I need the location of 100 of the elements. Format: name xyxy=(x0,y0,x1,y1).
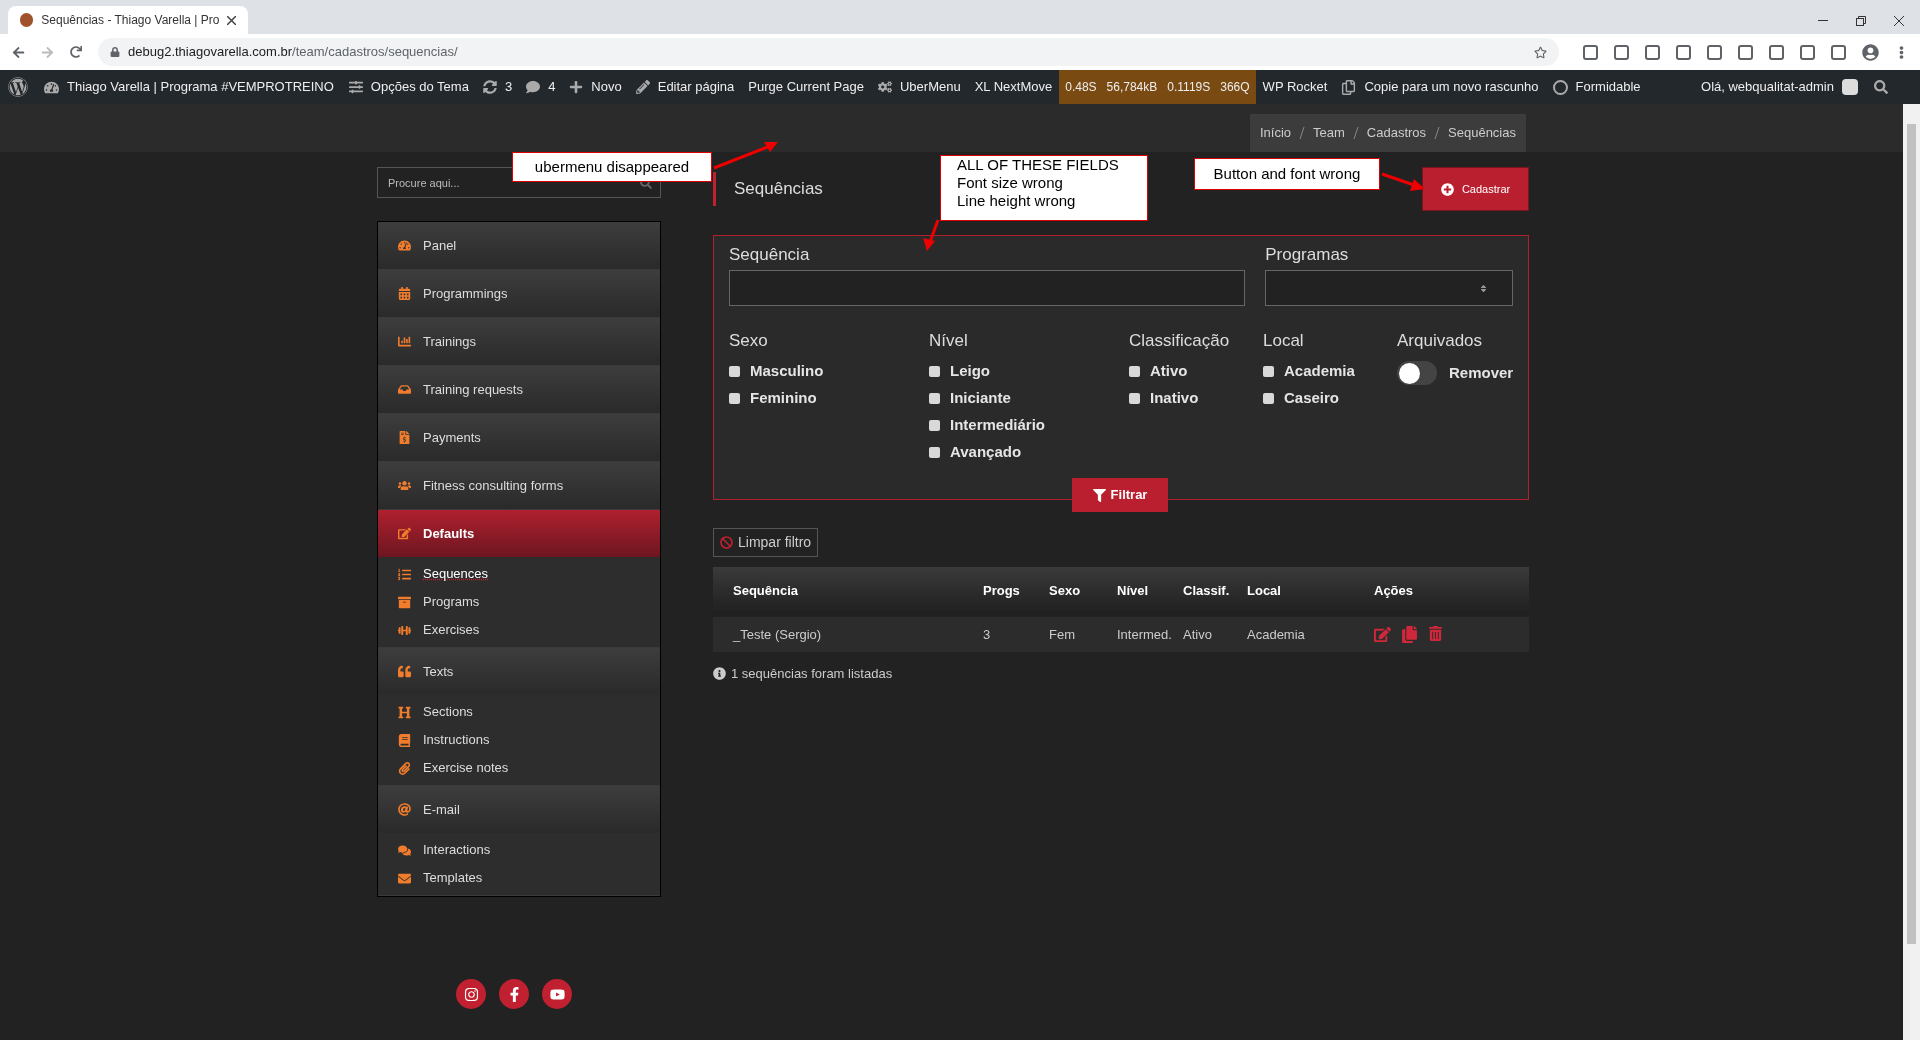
bar-chart-icon xyxy=(398,335,411,348)
submenu-item[interactable]: Programs xyxy=(378,588,660,616)
toggle-label: Remover xyxy=(1449,362,1514,383)
option-label: Avançado xyxy=(950,442,1022,463)
copy-icon xyxy=(1341,79,1357,95)
checkbox[interactable] xyxy=(929,447,940,458)
account-link[interactable]: Olá, webqualitat-admin xyxy=(1701,77,1834,97)
column-header: Classif. xyxy=(1183,582,1231,601)
checkbox[interactable] xyxy=(1129,393,1140,404)
extension-icon[interactable] xyxy=(1645,44,1660,60)
toolbar-link[interactable]: Opções do Tema xyxy=(370,77,469,97)
paperclip-icon xyxy=(398,761,411,775)
toolbar-link[interactable]: 3 xyxy=(504,77,513,97)
checkbox[interactable] xyxy=(929,393,940,404)
checkbox[interactable] xyxy=(1129,366,1140,377)
restore-icon[interactable] xyxy=(1856,16,1866,26)
extension-icon[interactable] xyxy=(1707,44,1722,60)
metric-text[interactable]: 0.1119S xyxy=(1167,78,1211,96)
submenu-item[interactable]: Exercise notes xyxy=(378,754,660,782)
metric-text[interactable]: 56,784kB xyxy=(1106,78,1158,96)
gauge-icon xyxy=(398,239,411,252)
facebook-icon[interactable] xyxy=(499,979,529,1009)
close-icon[interactable] xyxy=(227,15,236,25)
extension-icon[interactable] xyxy=(1800,44,1815,60)
table-cell-text: Fem xyxy=(1049,625,1076,644)
breadcrumb-link[interactable]: Cadastros xyxy=(1366,123,1427,143)
comment-icon xyxy=(526,80,541,94)
address-field[interactable]: debug2.thiagovarella.com.br/team/cadastros/sequencias/ xyxy=(98,38,1559,66)
title-accent xyxy=(713,172,716,206)
checkbox[interactable] xyxy=(1263,393,1274,404)
toolbar-link[interactable]: Novo xyxy=(591,77,622,97)
chat-icon xyxy=(398,843,411,857)
close-icon[interactable] xyxy=(1894,16,1904,26)
clear-filter-button[interactable]: Limpar filtro xyxy=(713,528,819,557)
toolbar-link[interactable]: Copie para um novo rascunho xyxy=(1364,77,1539,97)
toolbar-link[interactable]: Formidable xyxy=(1575,77,1641,97)
extension-icon[interactable] xyxy=(1738,44,1753,60)
text-field[interactable] xyxy=(729,270,1246,306)
site-link[interactable]: Thiago Varella | Programa #VEMPROTREINO xyxy=(67,77,334,97)
lock-icon xyxy=(110,47,120,57)
pencil-icon xyxy=(635,80,650,94)
extension-icon[interactable] xyxy=(1831,44,1846,60)
extension-icon[interactable] xyxy=(1769,44,1784,60)
group-label: Local xyxy=(1263,330,1305,352)
toolbar-link[interactable]: Editar página xyxy=(657,77,735,97)
field-label: Programas xyxy=(1265,244,1350,267)
copy-icon[interactable] xyxy=(1401,626,1418,643)
filter-icon xyxy=(1092,488,1106,502)
browser-tab[interactable]: Sequências - Thiago Varella | Pro xyxy=(8,6,248,34)
toolbar-link[interactable]: XL NextMove xyxy=(974,77,1053,97)
option-label: Ativo xyxy=(1150,361,1188,382)
toolbar-link[interactable]: Purge Current Page xyxy=(748,77,864,97)
submenu-item[interactable]: Sections xyxy=(378,698,660,726)
at-sign-icon xyxy=(398,803,411,816)
submenu-item[interactable]: Sequences xyxy=(378,560,660,588)
extension-icon[interactable] xyxy=(1614,44,1629,60)
reload-icon[interactable] xyxy=(70,46,82,58)
checkbox[interactable] xyxy=(929,366,940,377)
breadcrumb-link[interactable]: Início xyxy=(1259,123,1291,143)
dumbbell-icon xyxy=(398,623,411,637)
instagram-icon[interactable] xyxy=(456,979,486,1009)
toolbar-link[interactable]: 4 xyxy=(548,77,556,97)
option-label: Iniciante xyxy=(950,388,1011,409)
column-header: Sexo xyxy=(1049,582,1082,601)
trash-icon[interactable] xyxy=(1428,626,1443,641)
menu-item[interactable]: Defaults xyxy=(378,510,660,557)
submenu-item[interactable]: Templates xyxy=(378,864,660,892)
filtrar-button[interactable]: Filtrar xyxy=(1072,478,1168,512)
group-label: Nível xyxy=(929,330,969,352)
submenu-item[interactable]: Interactions xyxy=(378,836,660,864)
breadcrumb-link[interactable]: Team xyxy=(1313,123,1345,143)
toolbar-link[interactable]: WP Rocket xyxy=(1262,77,1328,97)
submenu-item[interactable]: Exercises xyxy=(378,616,660,644)
extension-icon[interactable] xyxy=(1583,44,1598,60)
calendar-icon xyxy=(398,287,411,300)
youtube-icon[interactable] xyxy=(542,979,572,1009)
toolbar-link[interactable]: UberMenu xyxy=(899,77,961,97)
submenu-item[interactable]: Instructions xyxy=(378,726,660,754)
extension-icon[interactable] xyxy=(1676,44,1691,60)
cadastrar-button[interactable]: Cadastrar xyxy=(1421,167,1530,211)
checkbox[interactable] xyxy=(729,366,740,377)
search-icon[interactable] xyxy=(1874,80,1888,94)
minimize-icon[interactable] xyxy=(1818,20,1828,22)
toggle-switch[interactable] xyxy=(1397,361,1437,385)
metric-text[interactable]: 366Q xyxy=(1220,78,1250,96)
profile-icon[interactable] xyxy=(1862,43,1879,61)
edit-icon[interactable] xyxy=(1374,626,1391,643)
checkbox[interactable] xyxy=(929,420,940,431)
checkbox[interactable] xyxy=(729,393,740,404)
checkbox[interactable] xyxy=(1263,366,1274,377)
star-icon[interactable] xyxy=(1534,45,1547,59)
inbox-icon xyxy=(398,383,411,396)
select-field[interactable] xyxy=(1265,270,1514,306)
back-icon[interactable] xyxy=(12,45,25,59)
scrollbar[interactable] xyxy=(1903,104,1920,1040)
list-icon xyxy=(398,567,411,581)
metric-text[interactable]: 0.48S xyxy=(1065,78,1097,96)
option-label: Caseiro xyxy=(1284,388,1340,409)
wordpress-icon[interactable] xyxy=(8,77,28,97)
annotation-tooltip: Button and font wrong xyxy=(1194,158,1380,190)
